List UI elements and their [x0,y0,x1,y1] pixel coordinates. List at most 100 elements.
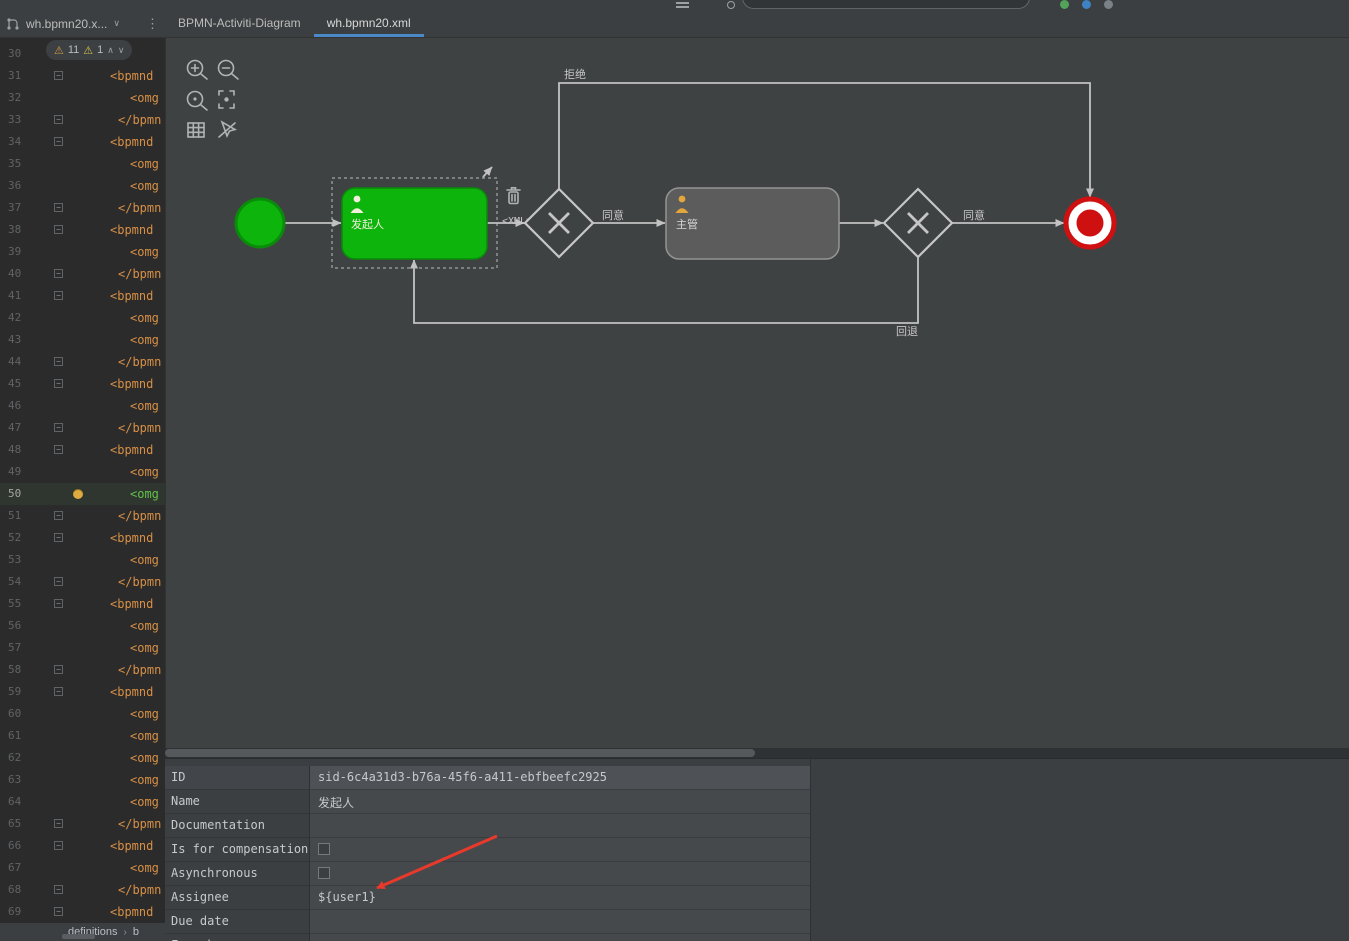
code-line[interactable]: 64 <omg [0,791,165,813]
fold-marker-icon[interactable] [54,71,63,80]
fold-marker-icon[interactable] [54,907,63,916]
property-value[interactable]: sid-6c4a31d3-b76a-45f6-a411-ebfbeefc2925 [310,766,810,790]
fold-marker-icon[interactable] [54,225,63,234]
flow-rollback[interactable] [410,257,919,324]
fold-marker-icon[interactable] [54,819,63,828]
code-line[interactable]: 47 </bpmn [0,417,165,439]
property-value[interactable]: 发起人 [310,790,810,814]
fold-marker-icon[interactable] [54,379,63,388]
code-line[interactable]: 45 <bpmnd [0,373,165,395]
code-line[interactable]: 46 <omg [0,395,165,417]
code-line[interactable]: 57 <omg [0,637,165,659]
checkbox[interactable] [318,867,330,879]
search-icon[interactable] [727,1,735,9]
gateway-1[interactable] [523,187,595,259]
xml-editor-panel[interactable]: 3031<bpmnd32<omg33</bpmn34<bpmnd35<omg36… [0,38,165,922]
code-line[interactable]: 55 <bpmnd [0,593,165,615]
property-value[interactable] [310,862,810,886]
task-node-manager[interactable]: 主管 [665,187,840,260]
code-line[interactable]: 69 <bpmnd [0,901,165,922]
resize-arrow-icon[interactable] [482,166,493,178]
horizontal-scrollbar[interactable] [165,748,1349,758]
gateway-2[interactable] [882,187,954,259]
run-config-combo[interactable] [742,0,1030,9]
fold-marker-icon[interactable] [54,137,63,146]
fit-content-icon[interactable] [218,90,235,109]
bpmn-diagram-canvas[interactable]: 拒绝 同意 同意 回退 发起人 <XML> 主管 [165,38,1349,748]
breadcrumb-item[interactable]: b [133,926,139,938]
property-value[interactable] [310,934,810,941]
code-line[interactable]: 42 <omg [0,307,165,329]
code-line[interactable]: 49 <omg [0,461,165,483]
inspections-widget[interactable]: ⚠ 11 ⚠ 1 ∧ ∨ [46,40,133,60]
scrollbar-thumb[interactable] [165,749,755,757]
pointer-off-icon[interactable] [218,120,238,139]
code-line[interactable]: 65 </bpmn [0,813,165,835]
fold-marker-icon[interactable] [54,885,63,894]
code-line[interactable]: 66 <bpmnd [0,835,165,857]
code-line[interactable]: 43 <omg [0,329,165,351]
code-line[interactable]: 50 <omg [0,483,165,505]
code-line[interactable]: 63 <omg [0,769,165,791]
fold-marker-icon[interactable] [54,445,63,454]
more-options-icon[interactable]: ⋮ [146,16,159,32]
intention-bulb-icon[interactable] [73,489,83,499]
flow-reject[interactable] [558,82,1094,198]
editor-tab-wh-bpmn20-xml[interactable]: wh.bpmn20.xml [313,10,424,37]
fold-marker-icon[interactable] [54,599,63,608]
code-line[interactable]: 62 <omg [0,747,165,769]
code-line[interactable]: 68 </bpmn [0,879,165,901]
code-line[interactable]: 41 <bpmnd [0,285,165,307]
fold-marker-icon[interactable] [54,841,63,850]
zoom-in-icon[interactable] [186,59,208,80]
code-line[interactable]: 58 </bpmn [0,659,165,681]
code-line[interactable]: 59 <bpmnd [0,681,165,703]
prev-problem-icon[interactable]: ∧ [107,45,114,56]
code-line[interactable]: 35 <omg [0,153,165,175]
code-line[interactable]: 67 <omg [0,857,165,879]
fold-marker-icon[interactable] [54,687,63,696]
start-event[interactable] [234,197,286,249]
code-line[interactable]: 48 <bpmnd [0,439,165,461]
code-line[interactable]: 36 <omg [0,175,165,197]
run-icon[interactable] [1060,0,1069,9]
code-line[interactable]: 56 <omg [0,615,165,637]
end-event[interactable] [1063,196,1117,250]
code-line[interactable]: 39 <omg [0,241,165,263]
fold-marker-icon[interactable] [54,423,63,432]
zoom-reset-icon[interactable] [186,90,208,111]
fold-marker-icon[interactable] [54,665,63,674]
fold-marker-icon[interactable] [54,511,63,520]
code-line[interactable]: 44 </bpmn [0,351,165,373]
editor-tab-bpmn-activiti-diagram[interactable]: BPMN-Activiti-Diagram [165,10,314,37]
property-value[interactable] [310,838,810,862]
code-line[interactable]: 60 <omg [0,703,165,725]
property-value[interactable] [310,910,810,934]
code-line[interactable]: 32 <omg [0,87,165,109]
checkbox[interactable] [318,843,330,855]
chevron-down-icon[interactable]: ∨ [113,18,120,29]
task-node-initiator[interactable]: 发起人 [341,187,488,260]
grid-icon[interactable] [187,122,205,138]
code-line[interactable]: 54 </bpmn [0,571,165,593]
fold-marker-icon[interactable] [54,533,63,542]
code-line[interactable]: 37 </bpmn [0,197,165,219]
editor-hscroll-thumb[interactable] [62,934,95,939]
tool-window-tab-label[interactable]: wh.bpmn20.x... [26,17,107,31]
code-line[interactable]: 34 <bpmnd [0,131,165,153]
code-line[interactable]: 61 <omg [0,725,165,747]
property-value[interactable] [310,814,810,838]
fold-marker-icon[interactable] [54,115,63,124]
fold-marker-icon[interactable] [54,203,63,212]
settings-icon[interactable] [1104,0,1113,9]
debug-icon[interactable] [1082,0,1091,9]
fold-marker-icon[interactable] [54,577,63,586]
code-line[interactable]: 53 <omg [0,549,165,571]
code-line[interactable]: 52 <bpmnd [0,527,165,549]
code-line[interactable]: 51 </bpmn [0,505,165,527]
fold-marker-icon[interactable] [54,357,63,366]
fold-marker-icon[interactable] [54,269,63,278]
code-line[interactable]: 31 <bpmnd [0,65,165,87]
code-line[interactable]: 33 </bpmn [0,109,165,131]
zoom-out-icon[interactable] [217,59,239,80]
